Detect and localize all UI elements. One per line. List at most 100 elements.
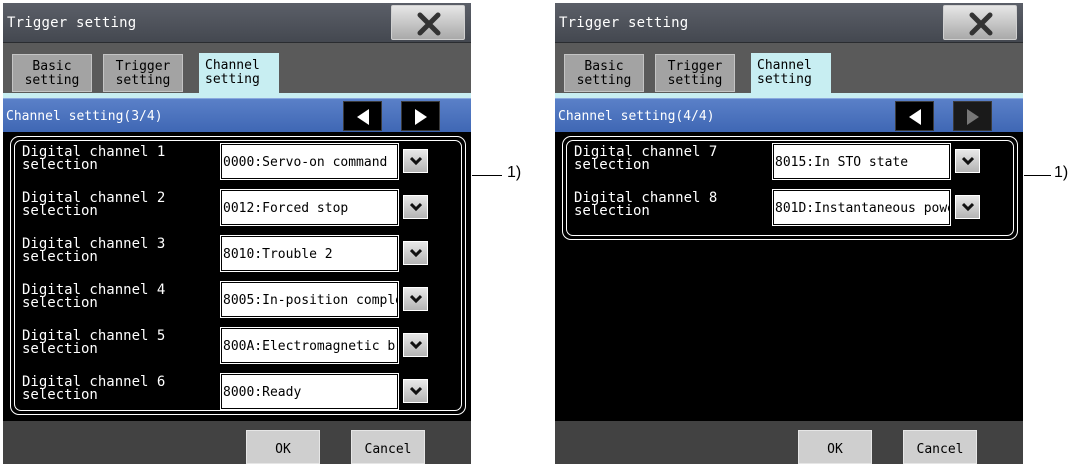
previous-page-button[interactable]	[343, 101, 382, 131]
window-title: Trigger setting	[7, 15, 137, 31]
cancel-button[interactable]: Cancel	[351, 430, 425, 464]
channel-select-field[interactable]: 8000:Ready	[220, 373, 399, 410]
channel-row: Digital channel 3 selection 8010:Trouble…	[11, 233, 465, 279]
channel-select-field[interactable]: 801D:Instantaneous power..	[772, 189, 951, 226]
left-triangle-icon	[909, 109, 921, 125]
tab-label: Trigger	[115, 59, 171, 74]
chevron-down-icon	[962, 156, 974, 166]
right-triangle-icon	[967, 109, 979, 125]
dropdown-button[interactable]	[403, 241, 428, 265]
left-triangle-icon	[357, 109, 369, 125]
channel-row: Digital channel 6 selection 8000:Ready	[11, 371, 465, 417]
ok-button[interactable]: OK	[798, 430, 872, 464]
tab-label: setting	[115, 73, 171, 88]
callout-label: 1)	[507, 164, 522, 181]
page-header-bar: Channel setting(3/4)	[3, 98, 471, 132]
label-line: selection	[574, 203, 650, 219]
channel-label: Digital channel 7 selection	[574, 145, 764, 173]
tab-label: Channel	[205, 58, 260, 73]
dropdown-button[interactable]	[403, 287, 428, 311]
tab-trigger-setting[interactable]: Trigger setting	[655, 54, 735, 92]
next-page-button[interactable]	[953, 101, 992, 131]
ok-button[interactable]: OK	[246, 430, 320, 464]
label-line: selection	[22, 295, 98, 311]
channel-select-field[interactable]: 0012:Forced stop	[220, 189, 399, 226]
previous-page-button[interactable]	[895, 101, 934, 131]
label-line: selection	[574, 157, 650, 173]
tab-label: setting	[667, 73, 723, 88]
dropdown-button[interactable]	[955, 195, 980, 219]
dropdown-button[interactable]	[403, 195, 428, 219]
channel-select-field[interactable]: 8015:In STO state	[772, 143, 951, 180]
tab-label: setting	[576, 73, 632, 88]
channel-row: Digital channel 4 selection 8005:In-posi…	[11, 279, 465, 325]
tab-basic-setting[interactable]: Basic setting	[564, 54, 644, 92]
chevron-down-icon	[410, 248, 422, 258]
channel-row: Digital channel 5 selection 800A:Electro…	[11, 325, 465, 371]
tab-trigger-setting[interactable]: Trigger setting	[103, 54, 183, 92]
tab-label: setting	[24, 73, 80, 88]
channel-list-frame: Digital channel 7 selection 8015:In STO …	[562, 136, 1018, 240]
close-icon	[417, 12, 441, 36]
tab-channel-setting[interactable]: Channel setting	[751, 53, 831, 93]
chevron-down-icon	[410, 294, 422, 304]
channel-label: Digital channel 6 selection	[22, 375, 212, 403]
label-line: selection	[22, 387, 98, 403]
label-line: selection	[22, 249, 98, 265]
chevron-down-icon	[962, 202, 974, 212]
channel-select-field[interactable]: 0000:Servo-on command	[220, 143, 399, 180]
channel-label: Digital channel 1 selection	[22, 145, 212, 173]
dropdown-button[interactable]	[403, 149, 428, 173]
tab-label: Basic	[584, 59, 624, 74]
trigger-setting-screen-page-4: Trigger setting Basic setting Trigger se…	[555, 3, 1023, 464]
channel-row: Digital channel 8 selection 801D:Instant…	[563, 187, 1017, 233]
chevron-down-icon	[410, 340, 422, 350]
tab-label: setting	[205, 72, 260, 87]
page-label: Channel setting(4/4)	[558, 109, 715, 124]
chevron-down-icon	[410, 202, 422, 212]
channel-select-field[interactable]: 800A:Electromagnetic bra..	[220, 327, 399, 364]
title-bar: Trigger setting	[555, 3, 1023, 43]
label-line: selection	[22, 157, 98, 173]
channel-select-field[interactable]: 8010:Trouble 2	[220, 235, 399, 272]
label-line: selection	[22, 203, 98, 219]
channel-label: Digital channel 4 selection	[22, 283, 212, 311]
right-triangle-icon	[415, 109, 427, 125]
tab-bar: Basic setting Trigger setting Channel se…	[3, 43, 471, 94]
channel-label: Digital channel 5 selection	[22, 329, 212, 356]
tab-basic-setting[interactable]: Basic setting	[12, 54, 92, 92]
tab-label: Basic	[32, 59, 72, 74]
callout-leader-line	[472, 175, 502, 176]
tab-label: Trigger	[667, 59, 723, 74]
close-button[interactable]	[943, 5, 1017, 40]
close-icon	[969, 12, 993, 36]
close-button[interactable]	[391, 5, 465, 40]
chevron-down-icon	[410, 156, 422, 166]
channel-label: Digital channel 2 selection	[22, 191, 212, 219]
window-title: Trigger setting	[559, 15, 689, 31]
cancel-button[interactable]: Cancel	[903, 430, 977, 464]
channel-select-field[interactable]: 8005:In-position complet..	[220, 281, 399, 318]
title-bar: Trigger setting	[3, 3, 471, 43]
bottom-button-bar: OK Cancel	[3, 421, 471, 464]
channel-row: Digital channel 2 selection 0012:Forced …	[11, 187, 465, 233]
tab-channel-setting[interactable]: Channel setting	[199, 53, 279, 93]
tab-label: setting	[757, 72, 812, 87]
channel-label: Digital channel 3 selection	[22, 237, 212, 265]
channel-label: Digital channel 8 selection	[574, 191, 764, 219]
dropdown-button[interactable]	[955, 149, 980, 173]
channel-row: Digital channel 1 selection 0000:Servo-o…	[11, 141, 465, 187]
page-header-bar: Channel setting(4/4)	[555, 98, 1023, 132]
bottom-button-bar: OK Cancel	[555, 421, 1023, 464]
trigger-setting-screen-page-3: Trigger setting Basic setting Trigger se…	[3, 3, 471, 464]
tab-label: Channel	[757, 58, 812, 73]
channel-row: Digital channel 7 selection 8015:In STO …	[563, 141, 1017, 187]
tab-bar: Basic setting Trigger setting Channel se…	[555, 43, 1023, 94]
next-page-button[interactable]	[401, 101, 440, 131]
chevron-down-icon	[410, 386, 422, 396]
dropdown-button[interactable]	[403, 333, 428, 357]
dropdown-button[interactable]	[403, 379, 428, 403]
page-label: Channel setting(3/4)	[6, 109, 163, 124]
channel-list-frame: Digital channel 1 selection 0000:Servo-o…	[10, 136, 466, 415]
callout-label: 1)	[1054, 164, 1069, 181]
